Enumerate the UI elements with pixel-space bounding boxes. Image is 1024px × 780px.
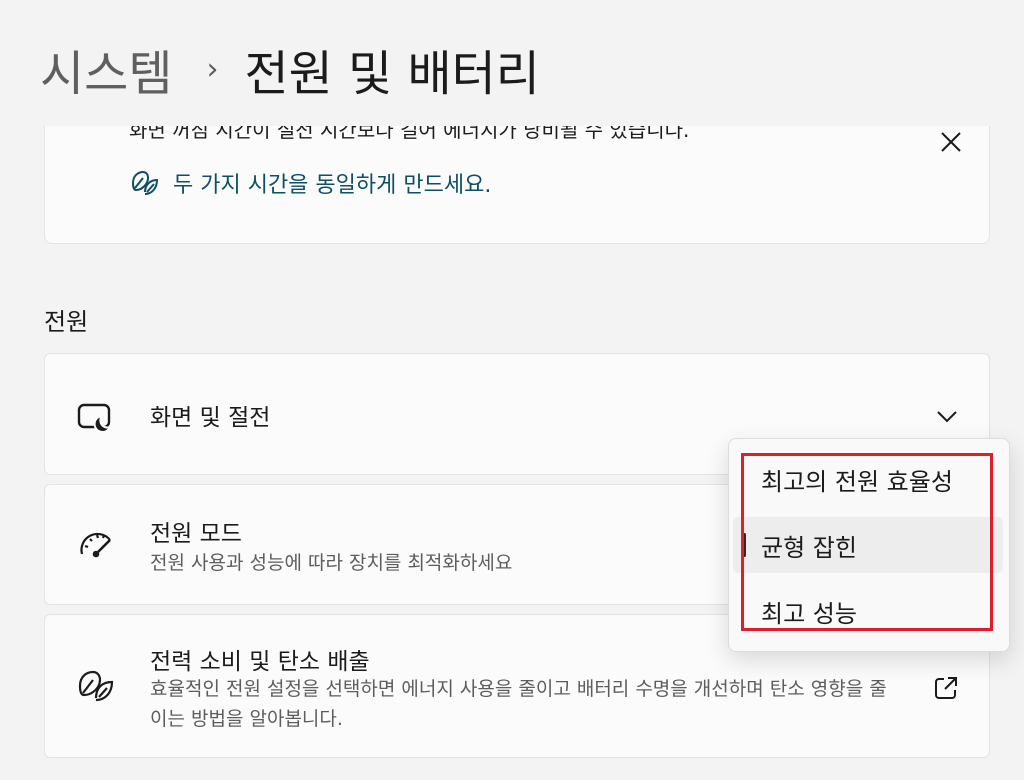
gauge-icon — [76, 524, 118, 566]
leaf-icon — [74, 664, 118, 708]
power-mode-option-balanced[interactable]: 균형 잡힌 — [733, 517, 1003, 573]
breadcrumb-parent-system[interactable]: 시스템 — [40, 34, 172, 104]
display-sleep-title: 화면 및 절전 — [150, 405, 271, 431]
chevron-down-icon[interactable] — [933, 402, 961, 430]
power-mode-option-best-performance[interactable]: 최고 성능 — [733, 583, 1003, 639]
power-mode-option-best-efficiency[interactable]: 최고의 전원 효율성 — [733, 451, 1003, 507]
power-mode-title: 전원 모드 — [150, 521, 242, 547]
energy-description: 효율적인 전원 설정을 선택하면 에너지 사용을 줄이고 배터리 수명을 개선하… — [150, 678, 887, 730]
power-mode-dropdown[interactable]: 최고의 전원 효율성 균형 잡힌 최고 성능 — [728, 438, 1010, 652]
option-label: 최고 성능 — [761, 599, 857, 628]
energy-title: 전력 소비 및 탄소 배출 — [150, 649, 370, 675]
close-icon[interactable] — [937, 128, 965, 156]
sleep-mismatch-notice: 화면 꺼짐 시간이 절전 시간보다 길어 에너지가 낭비될 수 있습니다. 두 … — [44, 126, 990, 244]
leaf-icon — [129, 168, 161, 198]
match-times-link[interactable]: 두 가지 시간을 동일하게 만드세요. — [129, 168, 491, 198]
page-title: 전원 및 배터리 — [244, 46, 540, 102]
notice-message: 화면 꺼짐 시간이 절전 시간보다 길어 에너지가 낭비될 수 있습니다. — [129, 126, 690, 142]
option-label: 최고의 전원 효율성 — [761, 467, 953, 496]
screen-sleep-icon — [74, 394, 118, 438]
chevron-right-icon: › — [206, 51, 219, 87]
option-label: 균형 잡힌 — [761, 533, 857, 562]
breadcrumb: 시스템 › 전원 및 배터리 — [40, 34, 540, 104]
match-times-link-label: 두 가지 시간을 동일하게 만드세요. — [173, 173, 492, 198]
power-section-label: 전원 — [44, 308, 89, 336]
external-link-icon[interactable] — [932, 674, 960, 702]
power-mode-description: 전원 사용과 성능에 따라 장치를 최적화하세요 — [150, 552, 513, 574]
